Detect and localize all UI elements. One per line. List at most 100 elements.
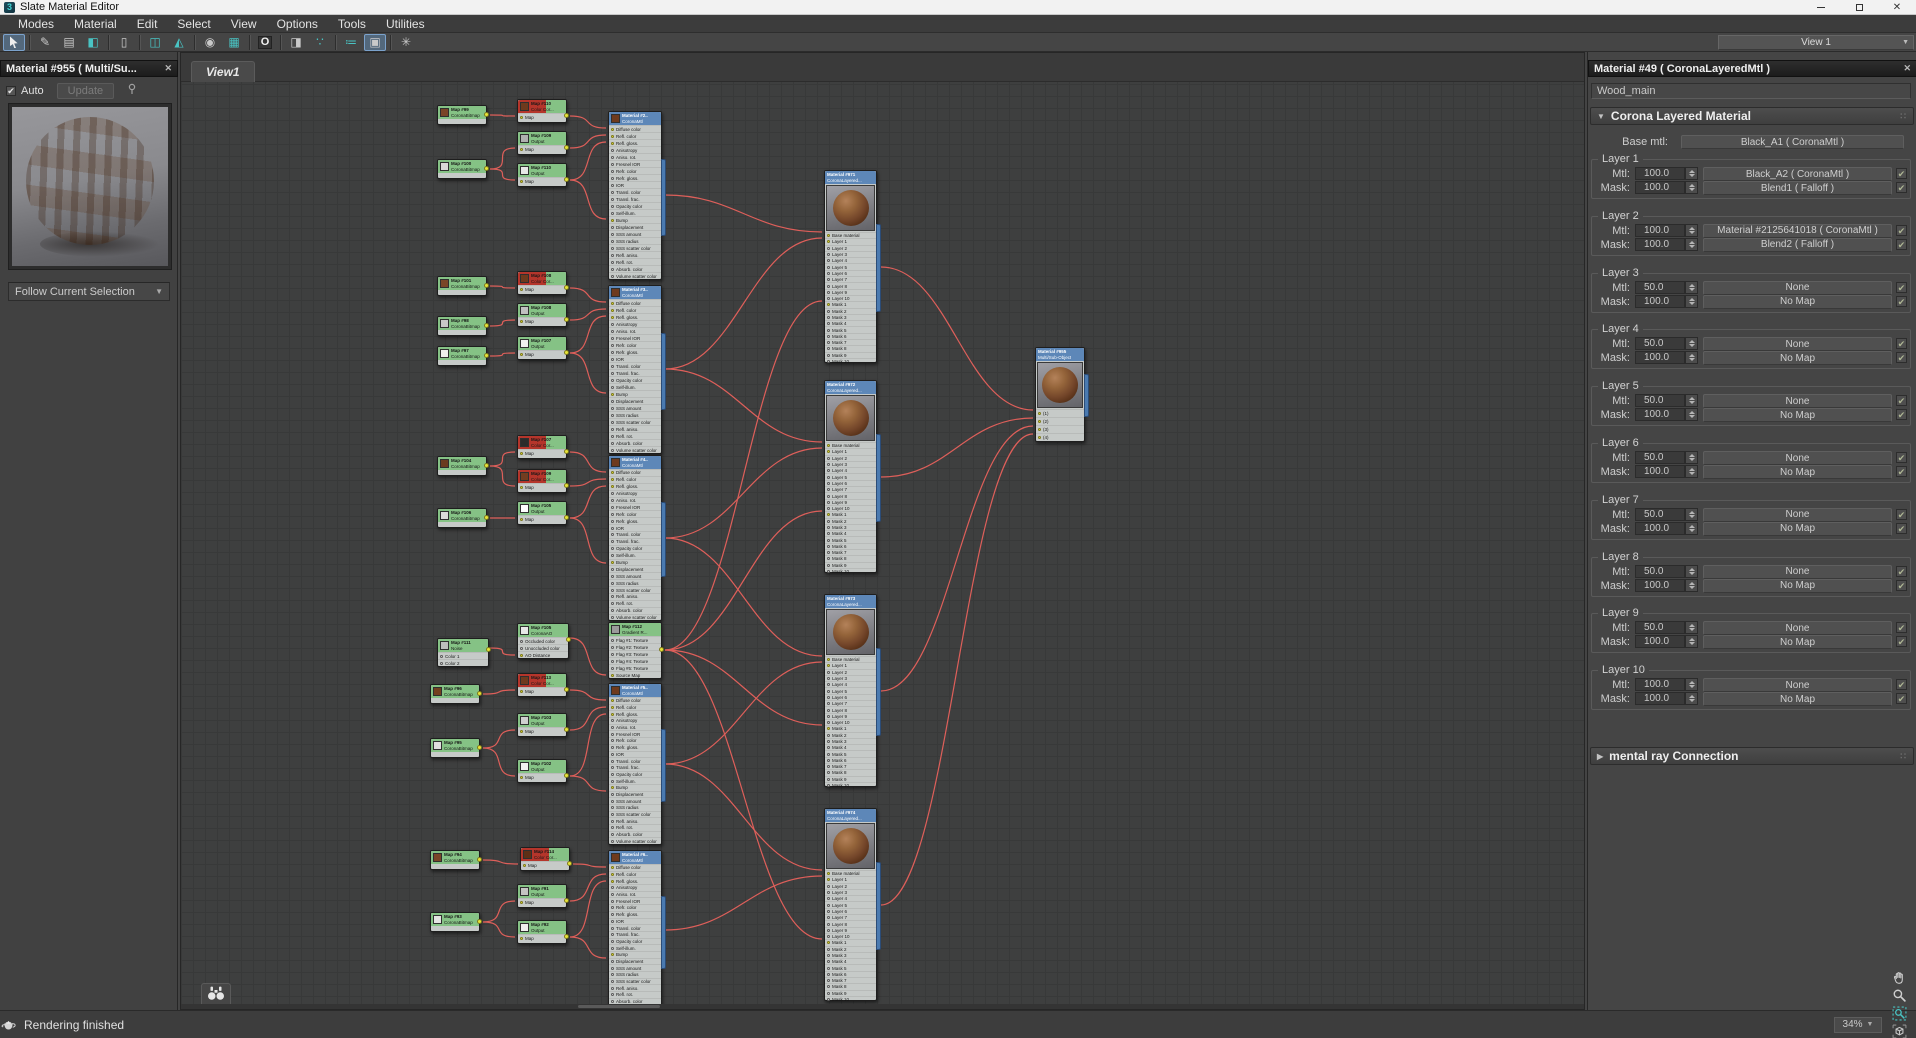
slot-socket[interactable] — [611, 471, 614, 475]
spinner-up-icon[interactable] — [1688, 581, 1695, 585]
mask-slot-button[interactable]: No Map — [1703, 635, 1892, 650]
slot-socket[interactable] — [611, 357, 614, 361]
output-socket[interactable] — [564, 449, 569, 454]
slot-socket[interactable] — [827, 328, 830, 332]
slot-socket[interactable] — [611, 478, 614, 482]
output-socket[interactable] — [564, 898, 569, 903]
mtl-slot-button[interactable]: None — [1703, 280, 1892, 295]
mtl-spinner[interactable] — [1685, 621, 1698, 635]
output-socket[interactable] — [484, 112, 489, 117]
graph-node-d2[interactable]: Map #95 CoronaBitmap — [430, 738, 482, 758]
mtl-spinner[interactable] — [1685, 564, 1698, 578]
graph-node-b2[interactable]: Map #98 CoronaBitmap — [437, 316, 489, 336]
slot-socket[interactable] — [827, 960, 830, 964]
graph-node-cout[interactable]: Map #105 Output Map — [517, 501, 569, 525]
slot-socket[interactable] — [827, 998, 830, 1002]
mask-slot-button[interactable]: No Map — [1703, 351, 1892, 366]
slot-socket[interactable] — [611, 588, 614, 592]
mask-enable-checkbox[interactable]: ✔ — [1896, 352, 1907, 364]
mtl-slot-button[interactable]: None — [1703, 564, 1892, 579]
slot-socket[interactable] — [520, 179, 523, 183]
mtl-enable-checkbox[interactable]: ✔ — [1896, 224, 1907, 236]
spinner-up-icon[interactable] — [1688, 283, 1695, 287]
menu-material[interactable]: Material — [64, 17, 127, 31]
graph-node-l1[interactable]: Material #971 CoronaLayered... Base materi… — [824, 170, 881, 364]
graph-node-l2[interactable]: Material #972 CoronaLayered... Base materi… — [824, 380, 881, 574]
slot-socket[interactable] — [827, 469, 830, 473]
mtl-enable-checkbox[interactable]: ✔ — [1896, 338, 1907, 350]
slot-socket[interactable] — [611, 336, 614, 340]
output-socket[interactable] — [564, 483, 569, 488]
slot-socket[interactable] — [520, 646, 523, 650]
menu-tools[interactable]: Tools — [328, 17, 376, 31]
slot-socket[interactable] — [611, 211, 614, 215]
slot-socket[interactable] — [827, 303, 830, 307]
slot-socket[interactable] — [611, 519, 614, 523]
output-socket[interactable] — [564, 934, 569, 939]
mask-spinner[interactable] — [1685, 692, 1698, 706]
show-shaded-material-in-viewport-button[interactable]: O — [254, 34, 276, 51]
slot-socket[interactable] — [611, 926, 614, 930]
mtl-enable-checkbox[interactable]: ✔ — [1896, 622, 1907, 634]
output-socket[interactable] — [564, 285, 569, 290]
slot-socket[interactable] — [827, 538, 830, 542]
graph-node-eo2[interactable]: Map #92 Output Map — [517, 920, 569, 944]
slot-socket[interactable] — [520, 900, 523, 904]
slot-socket[interactable] — [611, 772, 614, 776]
slot-socket[interactable] — [827, 758, 830, 762]
slot-socket[interactable] — [611, 169, 614, 173]
graph-node-m1[interactable]: Material #2.. CoronaMtl Diffuse color Refl.… — [608, 111, 666, 280]
slot-socket[interactable] — [827, 935, 830, 939]
mask-slot-button[interactable]: Blend1 ( Falloff ) — [1703, 181, 1892, 195]
menu-utilities[interactable]: Utilities — [376, 17, 435, 31]
output-socket[interactable] — [477, 919, 482, 924]
slot-socket[interactable] — [827, 234, 830, 238]
mtl-value-field[interactable]: 100.0 — [1635, 223, 1685, 237]
spinner-up-icon[interactable] — [1688, 226, 1695, 230]
slot-socket[interactable] — [611, 371, 614, 375]
slot-socket[interactable] — [611, 939, 614, 943]
mtl-value-field[interactable]: 50.0 — [1635, 507, 1685, 521]
slot-socket[interactable] — [827, 253, 830, 257]
maximize-button[interactable] — [1840, 0, 1878, 14]
spinner-down-icon[interactable] — [1688, 344, 1695, 348]
mask-value-field[interactable]: 100.0 — [1635, 635, 1685, 649]
graph-node-eo1[interactable]: Map #91 Output Map — [517, 884, 569, 908]
slot-socket[interactable] — [611, 652, 614, 656]
spinner-up-icon[interactable] — [1688, 397, 1695, 401]
mask-slot-button[interactable]: No Map — [1703, 521, 1892, 536]
slot-socket[interactable] — [611, 726, 614, 730]
slot-socket[interactable] — [611, 134, 614, 138]
slot-socket[interactable] — [611, 746, 614, 750]
mtl-spinner[interactable] — [1685, 451, 1698, 464]
minimize-button[interactable] — [1802, 0, 1840, 14]
output-socket[interactable] — [477, 691, 482, 696]
slot-socket[interactable] — [827, 878, 830, 882]
slot-socket[interactable] — [611, 554, 614, 558]
slot-socket[interactable] — [611, 197, 614, 201]
slot-socket[interactable] — [440, 654, 443, 658]
output-socket[interactable] — [564, 687, 569, 692]
spinner-up-icon[interactable] — [1688, 240, 1695, 244]
mtl-spinner[interactable] — [1685, 223, 1698, 237]
graph-node-l3[interactable]: Material #973 CoronaLayered... Base materi… — [824, 594, 881, 788]
slot-socket[interactable] — [520, 517, 523, 521]
spinner-up-icon[interactable] — [1688, 695, 1695, 699]
slot-socket[interactable] — [827, 928, 830, 932]
output-socket[interactable] — [486, 647, 491, 652]
slot-socket[interactable] — [827, 777, 830, 781]
slot-socket[interactable] — [827, 872, 830, 876]
slot-socket[interactable] — [611, 913, 614, 917]
slot-socket[interactable] — [827, 507, 830, 511]
mask-enable-checkbox[interactable]: ✔ — [1896, 182, 1907, 193]
close-button[interactable]: ✕ — [1878, 0, 1916, 14]
slot-socket[interactable] — [827, 290, 830, 294]
graph-node-a3[interactable]: Map #110 Color Cor... Map — [517, 99, 569, 123]
graph-node-noise[interactable]: Map #111 Noise Color 1 Color 2 — [437, 638, 491, 667]
slot-socket[interactable] — [611, 190, 614, 194]
slot-socket[interactable] — [611, 866, 614, 870]
close-icon[interactable]: ✕ — [160, 63, 172, 74]
graph-node-od2[interactable]: Map #102 Output Map — [517, 759, 569, 783]
mask-spinner[interactable] — [1685, 521, 1698, 535]
slot-socket[interactable] — [611, 699, 614, 703]
